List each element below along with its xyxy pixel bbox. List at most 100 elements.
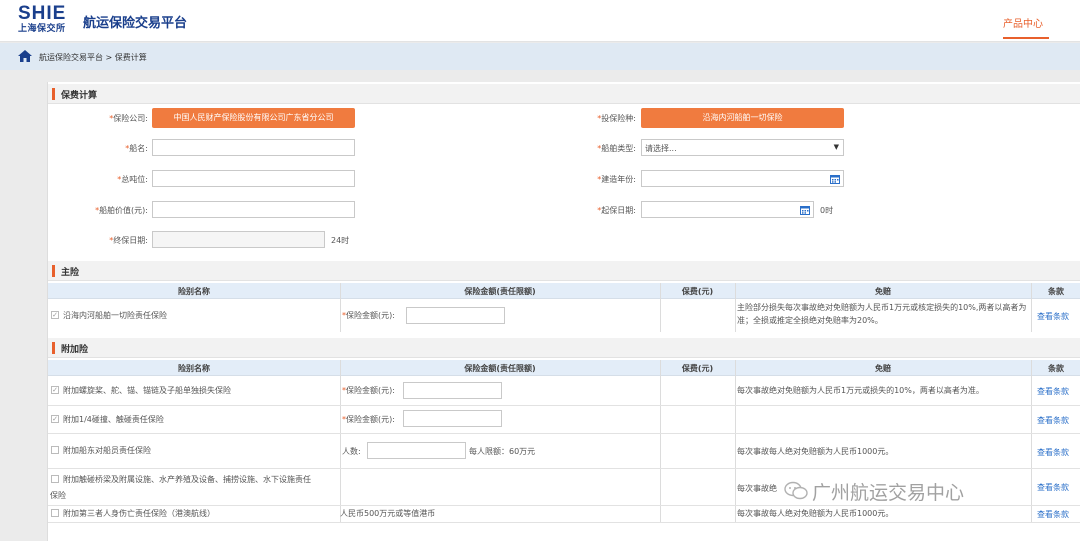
ship-type-label: *船舶类型: [597, 144, 636, 153]
addon-checkbox[interactable] [51, 475, 59, 483]
section-addon: 附加险 [48, 338, 1080, 358]
calendar-icon[interactable] [800, 205, 810, 215]
row-divider [48, 433, 1080, 434]
risk-name: 沿海内河船舶一切险责任保险 [63, 311, 167, 320]
section-accent-bar [52, 88, 55, 100]
main-risk-checkbox[interactable]: ✓ [51, 311, 59, 319]
home-icon[interactable] [18, 50, 32, 62]
start-date-label: *起保日期: [597, 206, 636, 215]
start-time-suffix: 0时 [820, 206, 834, 215]
risk-name-line2: 保险 [50, 491, 66, 500]
breadcrumb-text[interactable]: 航运保险交易平台 > 保费计算 [39, 52, 147, 63]
ship-value-label: *船舶价值(元): [95, 206, 148, 215]
ship-name-input[interactable] [152, 139, 355, 156]
risk-name: 附加船东对船员责任保险 [63, 446, 151, 455]
ship-name-label: *船名: [125, 144, 148, 153]
addon-checkbox[interactable] [51, 446, 59, 454]
addon-table-header: 险别名称 保险金额(责任限额) 保费(元) 免赔 条款 [48, 360, 1080, 376]
end-time-suffix: 24时 [331, 236, 350, 245]
amount-label: *保险金额(元): [342, 415, 395, 424]
tonnage-label: *总吨位: [117, 175, 148, 184]
section-premium-calc: 保费计算 [48, 84, 1080, 104]
risk-name-line1: 附加触碰桥梁及附属设施、水产养殖及设备、捕捞设施、水下设施责任 [63, 475, 311, 484]
view-clause-link[interactable]: 查看条款 [1037, 482, 1069, 493]
section-accent-bar [52, 265, 55, 277]
row-divider [48, 405, 1080, 406]
section-title: 保费计算 [61, 91, 98, 101]
col-divider [735, 283, 736, 332]
view-clause-link[interactable]: 查看条款 [1037, 386, 1069, 397]
amount-label: *保险金额(元): [342, 386, 395, 395]
nav-active-indicator [1003, 37, 1049, 39]
col-header-deductible: 免赔 [875, 364, 891, 373]
addon-amount-input[interactable] [403, 382, 502, 399]
product-label: *投保险种: [597, 114, 636, 123]
view-clause-link[interactable]: 查看条款 [1037, 415, 1069, 426]
view-clause-link[interactable]: 查看条款 [1037, 509, 1069, 520]
col-divider [340, 360, 341, 522]
build-year-label: *建造年份: [597, 175, 636, 184]
deductible-text: 每次事故每人绝对免赔额为人民币1000元。 [737, 509, 894, 518]
end-date-input [152, 231, 325, 248]
col-divider [660, 360, 661, 522]
deductible-text: 每次事故绝 [737, 484, 777, 493]
risk-name: 附加螺旋桨、舵、锚、锚链及子船单独损失保险 [63, 386, 231, 395]
addon-checkbox[interactable]: ✓ [51, 386, 59, 394]
col-header-amount: 保险金额(责任限额) [464, 364, 536, 373]
site-title: 航运保险交易平台 [83, 16, 188, 31]
amount-text: 人民币500万元或等值港币 [340, 509, 436, 518]
row-divider [48, 468, 1080, 469]
col-header-name: 险别名称 [178, 364, 210, 373]
watermark-text: 广州航运交易中心 [812, 482, 965, 504]
risk-name: 附加1/4碰撞、触碰责任保险 [63, 415, 164, 424]
view-clause-link[interactable]: 查看条款 [1037, 311, 1069, 322]
section-accent-bar [52, 342, 55, 354]
start-date-input[interactable] [641, 201, 814, 218]
col-divider [660, 283, 661, 332]
view-clause-link[interactable]: 查看条款 [1037, 447, 1069, 458]
ship-type-select[interactable]: 请选择... ▼ [641, 139, 844, 156]
shie-logo[interactable]: SHIE 上海保交所 [18, 4, 78, 38]
ship-type-placeholder: 请选择... [645, 144, 677, 153]
wechat-icon [784, 481, 808, 500]
col-header-premium: 保费(元) [681, 364, 714, 373]
logo-sub-text: 上海保交所 [18, 24, 66, 34]
insurer-select-button[interactable]: 中国人民财产保险股份有限公司广东省分公司 [152, 108, 355, 128]
col-header-clause: 条款 [1048, 287, 1064, 296]
col-divider [735, 360, 736, 522]
people-label: 人数: [342, 447, 361, 456]
main-panel: 保费计算 *保险公司: 中国人民财产保险股份有限公司广东省分公司 *投保险种: … [47, 82, 1080, 541]
col-header-amount: 保险金额(责任限额) [464, 287, 536, 296]
amount-label: *保险金额(元): [342, 311, 395, 320]
col-header-name: 险别名称 [178, 287, 210, 296]
end-date-label: *终保日期: [109, 236, 148, 245]
addon-checkbox[interactable] [51, 509, 59, 517]
risk-name: 附加第三者人身伤亡责任保险（港澳航线） [63, 509, 215, 518]
top-bar: SHIE 上海保交所 航运保险交易平台 产品中心 [0, 0, 1080, 42]
deductible-text: 每次事故绝对免赔额为人民币1万元或损失的10%，两者以高者为准。 [737, 386, 984, 395]
calendar-icon[interactable] [830, 174, 840, 184]
col-divider [340, 283, 341, 332]
row-divider [48, 505, 1080, 506]
col-header-clause: 条款 [1048, 364, 1064, 373]
breadcrumb: 航运保险交易平台 > 保费计算 [0, 43, 1080, 70]
per-person-limit: 每人限额：60万元 [469, 447, 536, 456]
addon-amount-input[interactable] [403, 410, 502, 427]
product-select-button[interactable]: 沿海内河船舶一切保险 [641, 108, 844, 128]
people-count-input[interactable] [367, 442, 466, 459]
main-risk-amount-input[interactable] [406, 307, 505, 324]
ship-value-input[interactable] [152, 201, 355, 218]
build-year-input[interactable] [641, 170, 844, 187]
logo-main-text: SHIE [18, 3, 67, 24]
addon-checkbox[interactable]: ✓ [51, 415, 59, 423]
chevron-down-icon: ▼ [833, 143, 839, 151]
col-header-deductible: 免赔 [875, 287, 891, 296]
section-title: 附加险 [61, 345, 89, 355]
insurer-label: *保险公司: [109, 114, 148, 123]
section-main-risk: 主险 [48, 261, 1080, 281]
deductible-text: 每次事故每人绝对免赔额为人民币1000元。 [737, 447, 894, 456]
nav-product-center[interactable]: 产品中心 [1003, 15, 1043, 30]
row-divider [48, 522, 1080, 523]
deductible-text: 主险部分损失每次事故绝对免赔额为人民币1万元或核定损失的10%,两者以高者为准；… [737, 303, 1027, 325]
tonnage-input[interactable] [152, 170, 355, 187]
